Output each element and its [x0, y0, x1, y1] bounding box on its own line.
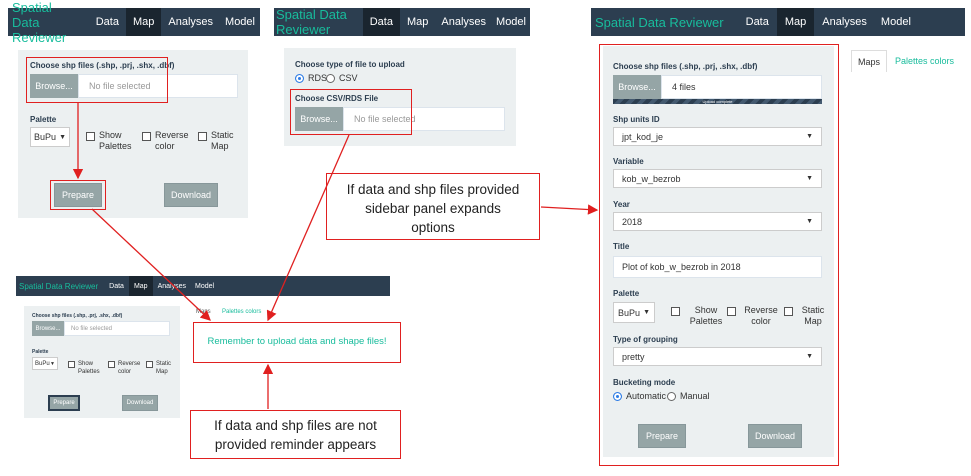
arrow-prepare-to-reminder: [91, 208, 211, 321]
annotation-arrows: [72, 103, 599, 409]
arrow-note-to-expanded: [540, 204, 599, 215]
arrow-csv-to-reminder: [266, 134, 350, 322]
